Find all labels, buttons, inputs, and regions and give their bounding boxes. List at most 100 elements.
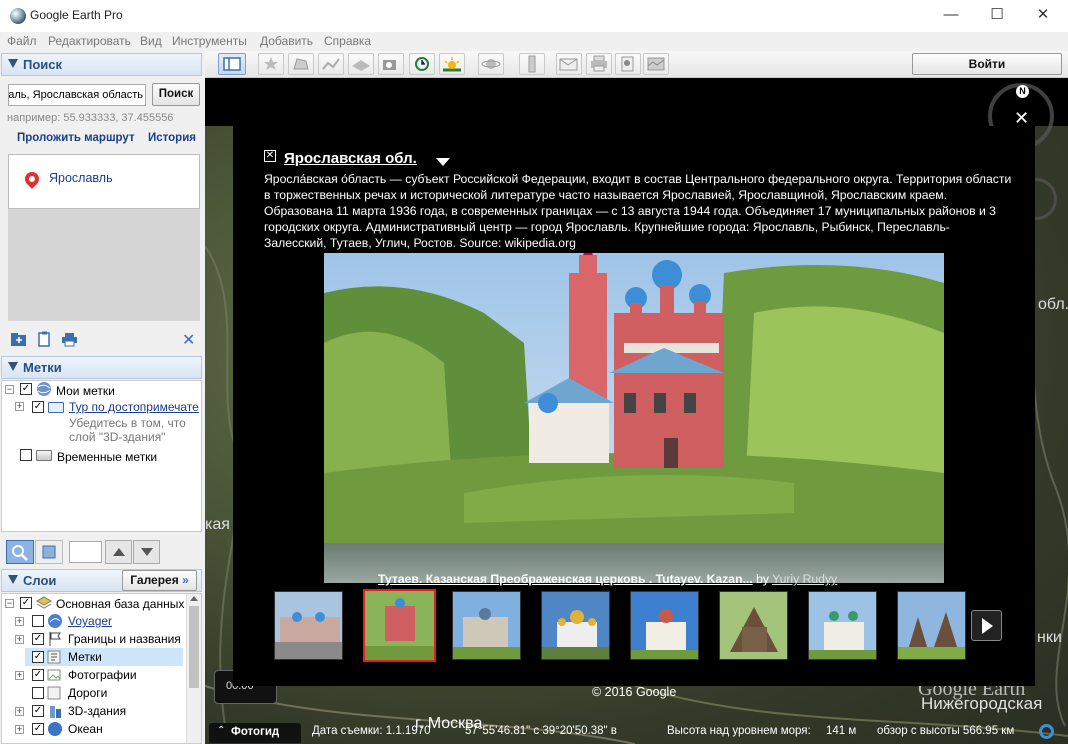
north-indicator[interactable]: N: [1016, 85, 1029, 98]
expand-borders[interactable]: +: [15, 635, 24, 644]
menu-add[interactable]: Добавить: [260, 34, 313, 48]
sky-area: [205, 78, 1068, 126]
sidebar-toggle-button[interactable]: [218, 53, 246, 75]
print-icon[interactable]: [61, 332, 78, 347]
sidebar-icon: [223, 57, 241, 71]
layer-label[interactable]: Границы и названия: [68, 632, 181, 646]
menu-view[interactable]: Вид: [140, 34, 162, 48]
main-photo[interactable]: [324, 253, 944, 583]
temp-places-label[interactable]: Временные метки: [57, 450, 157, 464]
thumbnail-7[interactable]: [808, 591, 877, 660]
layer-voyager-link[interactable]: Voyager: [68, 614, 112, 628]
layer-label[interactable]: Основная база данных: [56, 597, 184, 611]
primary-db-checkbox[interactable]: ✓: [20, 597, 32, 609]
slider-toggle-button[interactable]: [35, 540, 63, 564]
flag-icon: [49, 632, 61, 646]
add-placemark-button[interactable]: [258, 53, 284, 75]
menu-edit[interactable]: Редактировать: [48, 34, 131, 48]
move-down-button[interactable]: [133, 540, 160, 564]
copy-icon[interactable]: [37, 331, 53, 348]
thumbnail-3[interactable]: [452, 591, 521, 660]
photo-caption: Тутаев. Казанская Преображенская церковь…: [378, 572, 837, 586]
balloon-title[interactable]: Ярославская обл.: [284, 150, 417, 167]
next-photos-arrow-icon[interactable]: [971, 610, 1002, 641]
temp-places-checkbox[interactable]: [20, 449, 32, 461]
get-directions-link[interactable]: Проложить маршрут: [17, 132, 135, 144]
photo-author-link[interactable]: Yuriy Rudyy: [772, 572, 837, 586]
thumbnail-8[interactable]: [897, 591, 966, 660]
places-filter-input[interactable]: [69, 541, 102, 563]
voyager-icon: [48, 614, 62, 628]
planets-button[interactable]: [478, 53, 504, 75]
record-tour-button[interactable]: [378, 53, 404, 75]
sunlight-button[interactable]: [439, 53, 465, 75]
voyager-checkbox[interactable]: [32, 615, 44, 627]
search-input[interactable]: аль, Ярославская область: [8, 84, 146, 106]
thumbnail-1[interactable]: [274, 591, 343, 660]
search-example-hint: например: 55.933333, 37.455556: [7, 112, 174, 124]
close-button[interactable]: ✕: [1020, 0, 1066, 32]
thumbnail-5[interactable]: [630, 591, 699, 660]
search-places-button[interactable]: [6, 540, 34, 564]
thumbnail-2-selected[interactable]: [363, 589, 436, 662]
photos-checkbox[interactable]: ✓: [32, 669, 44, 681]
print-button[interactable]: [586, 53, 612, 75]
thumbnail-4[interactable]: [541, 591, 610, 660]
menu-tools[interactable]: Инструменты: [172, 34, 247, 48]
gallery-button[interactable]: Галерея »: [122, 570, 197, 591]
menu-file[interactable]: Файл: [7, 34, 37, 48]
layer-label[interactable]: Океан: [68, 722, 103, 736]
tour-checkbox[interactable]: ✓: [32, 401, 44, 413]
move-up-button[interactable]: [105, 540, 132, 564]
my-places-checkbox[interactable]: ✓: [20, 383, 32, 395]
view-in-maps-button[interactable]: [643, 53, 669, 75]
expand-ocean[interactable]: +: [15, 725, 24, 734]
save-image-button[interactable]: [615, 53, 641, 75]
scrollbar-thumb[interactable]: [189, 606, 199, 688]
ocean-checkbox[interactable]: ✓: [32, 723, 44, 735]
labels-checkbox[interactable]: ✓: [32, 651, 44, 663]
expand-photos[interactable]: +: [15, 671, 24, 680]
tour-link[interactable]: Тур по достопримечате: [69, 400, 199, 414]
historical-imagery-button[interactable]: [409, 53, 435, 75]
layer-label[interactable]: Метки: [68, 650, 102, 664]
add-path-button[interactable]: [318, 53, 344, 75]
my-places-label[interactable]: Мои метки: [56, 384, 115, 398]
layers-scrollbar[interactable]: [186, 594, 201, 743]
scroll-up-icon: [190, 596, 198, 601]
thumbnail-6[interactable]: [719, 591, 788, 660]
expand-my-places[interactable]: −: [5, 385, 14, 394]
thumbnail-image: [453, 592, 520, 659]
expand-tour[interactable]: +: [15, 402, 24, 411]
pointer-coordinates: 57°55'46.81" с 39°20'50.38" в: [465, 725, 617, 737]
layer-label[interactable]: 3D-здания: [68, 704, 126, 718]
expand-voyager[interactable]: +: [15, 617, 24, 626]
history-link[interactable]: История: [148, 132, 196, 144]
menu-help[interactable]: Справка: [324, 34, 371, 48]
photo-title-link[interactable]: Тутаев. Казанская Преображенская церковь…: [378, 572, 753, 586]
3d-buildings-checkbox[interactable]: ✓: [32, 705, 44, 717]
search-result-item[interactable]: Ярославль: [49, 171, 113, 185]
places-section-header[interactable]: Метки: [1, 356, 202, 379]
layer-label[interactable]: Фотографии: [68, 668, 137, 682]
minimize-button[interactable]: —: [928, 0, 974, 32]
sign-in-button[interactable]: Войти: [912, 53, 1062, 75]
layer-label[interactable]: Дороги: [68, 686, 107, 700]
ruler-button[interactable]: [519, 53, 545, 75]
close-panel-icon[interactable]: ✕: [182, 330, 195, 350]
search-section-header[interactable]: Поиск: [1, 53, 202, 76]
expand-primary-db[interactable]: −: [5, 599, 14, 608]
add-folder-icon[interactable]: [10, 332, 28, 348]
expand-3d[interactable]: +: [15, 707, 24, 716]
maximize-button[interactable]: ☐: [974, 0, 1020, 32]
borders-checkbox[interactable]: ✓: [32, 633, 44, 645]
add-overlay-button[interactable]: [348, 53, 374, 75]
roads-icon: [47, 686, 61, 700]
dropdown-triangle-icon[interactable]: [436, 158, 450, 166]
add-polygon-button[interactable]: [288, 53, 314, 75]
email-button[interactable]: [556, 53, 582, 75]
search-button[interactable]: Поиск: [152, 83, 200, 106]
roads-checkbox[interactable]: [32, 687, 44, 699]
balloon-checkbox-icon[interactable]: ✕: [264, 150, 276, 162]
photo-guide-tab[interactable]: ⌃ Фотогид: [209, 723, 301, 743]
